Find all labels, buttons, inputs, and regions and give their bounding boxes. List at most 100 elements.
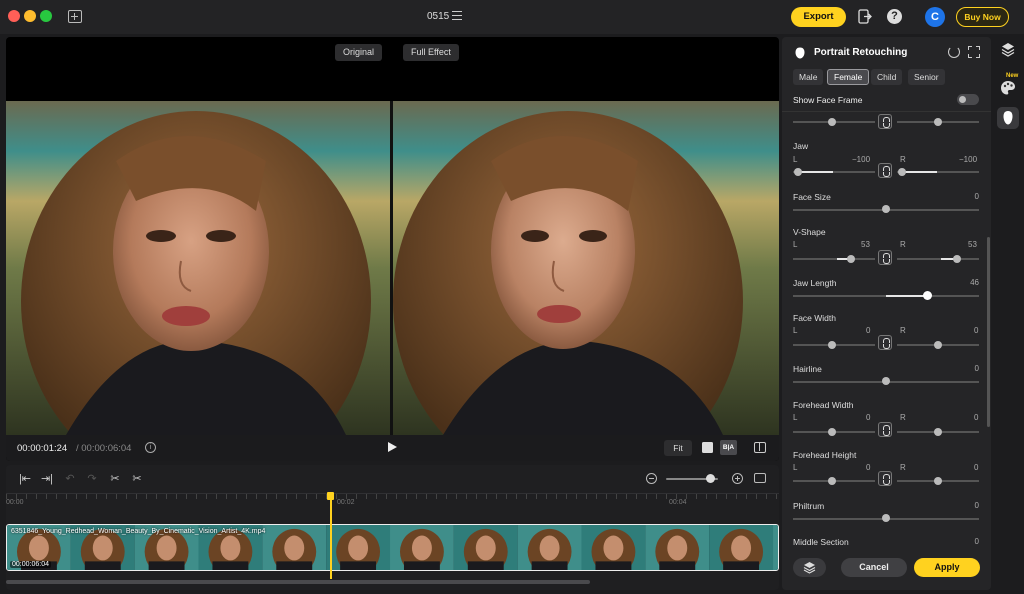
link-icon[interactable] [878,471,892,486]
portrait-retouching-panel: Portrait Retouching Male Female Child Se… [782,37,991,590]
full-effect-button[interactable]: Full Effect [403,44,459,61]
face-icon [1003,111,1013,125]
original-button[interactable]: Original [335,44,383,61]
jaw-right-knob[interactable] [898,168,906,176]
forehead-width-title: Forehead Width [793,400,854,410]
split-view-icon[interactable] [754,442,766,453]
zoom-slider-knob[interactable] [706,474,715,483]
zoom-in-icon[interactable] [732,473,743,484]
link-icon[interactable] [878,250,892,265]
panel-title: Portrait Retouching [814,47,908,58]
layers-tool-button[interactable] [997,39,1019,61]
jaw-title: Jaw [793,141,809,151]
left-label: L [793,155,798,164]
playhead[interactable] [330,495,332,579]
cut-icon[interactable]: ✂ [108,472,122,486]
hairline-value: 0 [974,364,979,373]
face-icon [795,47,805,59]
zoom-window-button[interactable] [40,10,52,22]
palette-icon [1001,81,1015,95]
forehead-height-right-knob[interactable] [934,477,942,485]
zoom-out-icon[interactable] [646,473,657,484]
reset-icon[interactable] [948,46,960,58]
middle-section-value: 0 [974,537,979,546]
side-toolbar: New [993,37,1024,590]
middle-section-title: Middle Section [793,537,849,547]
jaw-right-fill [901,171,937,173]
slider-knob[interactable] [828,118,836,126]
zoom-fit-icon[interactable] [754,473,766,483]
jaw-length-value: 46 [970,278,979,287]
hairline-knob[interactable] [882,377,890,385]
link-icon[interactable] [878,335,892,350]
face-size-value: 0 [974,192,979,201]
show-face-frame-toggle[interactable] [957,94,979,105]
link-icon[interactable] [878,114,892,129]
forehead-height-title: Forehead Height [793,450,857,460]
close-window-button[interactable] [8,10,20,22]
philtrum-title: Philtrum [793,501,825,511]
minimize-window-button[interactable] [24,10,36,22]
single-view-icon[interactable] [702,442,713,453]
project-title: 0515 [427,11,450,22]
left-label: L [793,413,798,422]
philtrum-knob[interactable] [882,514,890,522]
delete-cut-icon[interactable]: ✂ [130,472,144,486]
forehead-height-left-knob[interactable] [828,477,836,485]
before-after-view-button[interactable]: B|A [720,440,737,455]
redo-icon[interactable]: ↷ [85,472,99,486]
jaw-left-knob[interactable] [794,168,802,176]
compare-layers-button[interactable] [793,558,826,577]
jaw-length-knob[interactable] [923,291,932,300]
video-clip[interactable]: 6351846_Young_Redhead_Woman_Beauty_By_Ci… [6,524,779,571]
v-shape-right-slider[interactable] [897,258,979,260]
v-shape-right-knob[interactable] [953,255,961,263]
timeline: |⇤ ⇥| ↶ ↷ ✂ ✂ 00:00 00:02 00:04 6351846_… [6,465,779,590]
link-icon[interactable] [878,422,892,437]
list-icon[interactable] [452,11,462,20]
forehead-width-right-knob[interactable] [934,428,942,436]
avatar[interactable]: C [925,7,945,27]
face-width-left-knob[interactable] [828,341,836,349]
title-bar: 0515 Export ? C Buy Now [0,0,1024,34]
trim-end-icon[interactable]: ⇥| [40,472,54,486]
face-size-knob[interactable] [882,205,890,213]
current-time: 00:00:01:24 [17,443,68,454]
gender-senior-button[interactable]: Senior [908,69,945,85]
layers-icon [803,562,816,574]
export-button[interactable]: Export [791,7,846,27]
timeline-scrollbar[interactable] [6,580,590,584]
panel-footer: Cancel Apply [782,553,991,590]
v-shape-left-knob[interactable] [847,255,855,263]
info-icon[interactable]: i [145,442,156,453]
trim-start-icon[interactable]: |⇤ [18,472,32,486]
link-icon[interactable] [878,163,892,178]
face-width-right-knob[interactable] [934,341,942,349]
forehead-width-left-knob[interactable] [828,428,836,436]
apply-button[interactable]: Apply [914,558,980,577]
v-shape-left-value: 53 [861,240,870,249]
fit-dropdown[interactable]: Fit [664,440,692,456]
v-shape-left-slider[interactable] [793,258,875,260]
exit-icon[interactable] [858,9,872,24]
gender-male-button[interactable]: Male [793,69,824,85]
panel-scrollbar[interactable] [987,237,990,427]
right-label: R [900,326,906,335]
cancel-button[interactable]: Cancel [841,558,907,577]
gender-child-button[interactable]: Child [871,69,903,85]
portrait-tool-button[interactable] [997,107,1019,129]
jaw-length-title: Jaw Length [793,278,837,288]
help-icon[interactable]: ? [887,9,902,24]
right-label: R [900,413,906,422]
face-frame-icon[interactable] [968,46,980,58]
ruler-label: 00:04 [669,499,687,506]
slider-knob[interactable] [934,118,942,126]
buy-now-button[interactable]: Buy Now [956,7,1009,27]
new-project-icon[interactable] [68,10,82,23]
effects-tool-button[interactable] [997,77,1019,99]
undo-icon[interactable]: ↶ [63,472,77,486]
jaw-left-fill [797,171,833,173]
v-shape-title: V-Shape [793,227,826,237]
play-icon[interactable] [388,442,397,452]
gender-female-button[interactable]: Female [827,69,870,85]
